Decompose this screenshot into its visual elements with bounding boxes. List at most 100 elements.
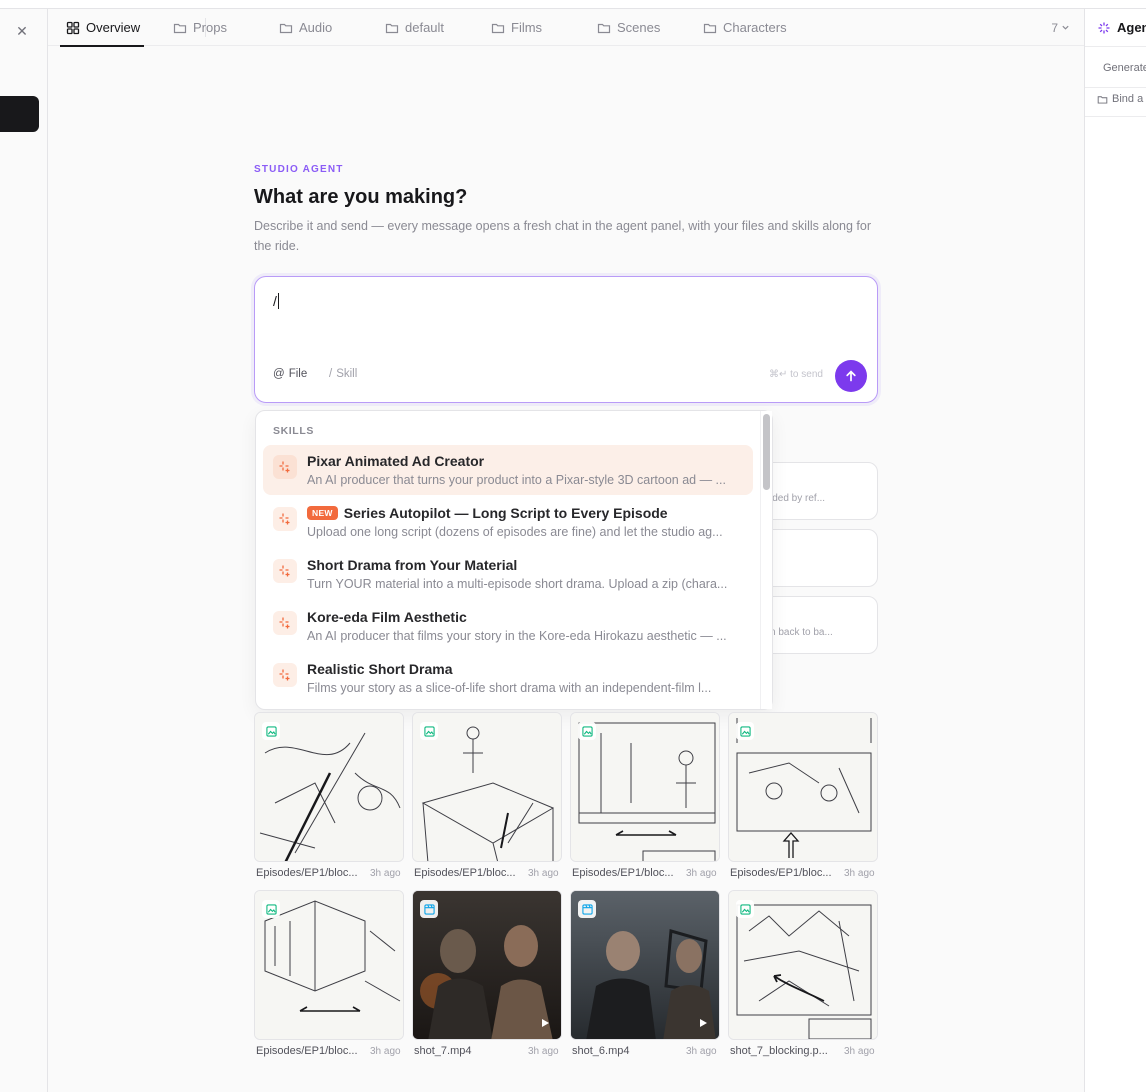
image-file-icon bbox=[736, 722, 754, 740]
skill-option-realistic-short-drama[interactable]: Realistic Short Drama Films your story a… bbox=[263, 653, 753, 703]
slash-icon: / bbox=[329, 368, 333, 380]
skill-title: NEW Series Autopilot — Long Script to Eve… bbox=[307, 505, 668, 521]
file-time: 3h ago bbox=[844, 1046, 875, 1057]
image-file-icon bbox=[736, 900, 754, 918]
sparkle-icon bbox=[1098, 22, 1110, 33]
file-time: 3h ago bbox=[686, 1046, 717, 1057]
agent-panel-title: Agent bbox=[1097, 20, 1146, 35]
file-time: 3h ago bbox=[844, 868, 875, 879]
tab-default[interactable]: default bbox=[385, 9, 444, 46]
tab-overview[interactable]: Overview bbox=[59, 9, 145, 47]
video-thumbnail[interactable] bbox=[570, 890, 720, 1040]
grid-icon bbox=[66, 21, 80, 34]
skill-sparkle-icon bbox=[273, 611, 297, 635]
file-name: Episodes/EP1/bloc... bbox=[256, 1045, 358, 1057]
skill-sparkle-icon bbox=[273, 663, 297, 687]
file-name: Episodes/EP1/bloc... bbox=[572, 867, 674, 879]
divider bbox=[1085, 87, 1146, 88]
skill-sparkle-icon bbox=[273, 507, 297, 531]
image-file-icon bbox=[420, 722, 438, 740]
file-thumbnail[interactable] bbox=[254, 890, 404, 1040]
prompt-composer[interactable]: / @ File / Skill ⌘↵ to send bbox=[254, 276, 878, 403]
file-thumbnail[interactable] bbox=[728, 890, 878, 1040]
prompt-input[interactable]: / bbox=[273, 293, 279, 309]
suggestion-card-text: ided by ref... bbox=[770, 493, 826, 504]
file-name: shot_7_blocking.p... bbox=[730, 1045, 828, 1057]
file-name: Episodes/EP1/bloc... bbox=[414, 867, 516, 879]
page-title: What are you making? bbox=[254, 186, 468, 208]
folder-icon bbox=[491, 23, 505, 33]
tab-scenes[interactable]: Scenes bbox=[597, 9, 660, 46]
video-file-icon bbox=[420, 900, 438, 918]
tab-overflow-button[interactable]: 7 bbox=[1051, 9, 1070, 46]
file-time: 3h ago bbox=[686, 868, 717, 879]
skill-description: Films your story as a slice-of-life shor… bbox=[307, 681, 712, 695]
tab-bar: Overview Props Audio default Films Scene… bbox=[48, 9, 1084, 47]
tab-label: Overview bbox=[86, 20, 141, 35]
skill-sparkle-icon bbox=[273, 455, 297, 479]
skills-section-label: SKILLS bbox=[273, 425, 314, 437]
file-thumbnail[interactable] bbox=[728, 712, 878, 862]
send-button[interactable] bbox=[835, 360, 867, 392]
tab-overflow-count: 7 bbox=[1051, 20, 1058, 35]
file-time: 3h ago bbox=[370, 868, 401, 879]
agent-panel: Agent Generate Bind a bbox=[1084, 9, 1146, 1092]
tab-props[interactable]: Props bbox=[173, 9, 227, 46]
skill-description: An AI producer that turns your product i… bbox=[307, 473, 726, 487]
tab-label: Props bbox=[193, 20, 227, 35]
file-thumbnail[interactable] bbox=[412, 712, 562, 862]
send-shortcut-hint: ⌘↵ to send bbox=[769, 369, 823, 380]
window-top-strip bbox=[0, 0, 1146, 9]
skill-description: Turn YOUR material into a multi-episode … bbox=[307, 577, 728, 591]
close-icon[interactable]: ✕ bbox=[14, 23, 30, 39]
divider bbox=[1085, 116, 1146, 117]
play-icon[interactable] bbox=[695, 1015, 711, 1031]
skill-title: Kore-eda Film Aesthetic bbox=[307, 609, 467, 625]
bind-folder-button[interactable]: Bind a bbox=[1097, 93, 1143, 105]
video-file-icon bbox=[578, 900, 596, 918]
suggestion-card-text: n back to ba... bbox=[770, 627, 833, 638]
image-file-icon bbox=[578, 722, 596, 740]
skill-option-short-drama-from-your-material[interactable]: Short Drama from Your Material Turn YOUR… bbox=[263, 549, 753, 599]
left-rail-active-item[interactable] bbox=[0, 96, 39, 132]
arrow-up-icon bbox=[846, 370, 856, 382]
skill-description: An AI producer that films your story in … bbox=[307, 629, 727, 643]
file-name: shot_6.mp4 bbox=[572, 1045, 630, 1057]
section-kicker: STUDIO AGENT bbox=[254, 164, 344, 175]
skill-title: Short Drama from Your Material bbox=[307, 557, 518, 573]
tab-characters[interactable]: Characters bbox=[703, 9, 787, 46]
attach-file-button[interactable]: @ File bbox=[273, 368, 307, 380]
left-rail: ✕ bbox=[0, 9, 48, 1092]
skill-option-pixar-animated-ad-creator[interactable]: Pixar Animated Ad Creator An AI producer… bbox=[263, 445, 753, 495]
divider bbox=[1085, 46, 1146, 47]
insert-skill-button[interactable]: / Skill bbox=[329, 368, 357, 380]
folder-icon bbox=[279, 23, 293, 33]
at-icon: @ bbox=[273, 368, 285, 380]
video-thumbnail[interactable] bbox=[412, 890, 562, 1040]
skill-option-kore-eda-film-aesthetic[interactable]: Kore-eda Film Aesthetic An AI producer t… bbox=[263, 601, 753, 651]
skill-sparkle-icon bbox=[273, 559, 297, 583]
tab-films[interactable]: Films bbox=[491, 9, 542, 46]
tab-label: Films bbox=[511, 20, 543, 35]
generate-tab[interactable]: Generate bbox=[1103, 62, 1146, 74]
folder-icon bbox=[173, 23, 187, 33]
skills-scrollbar-thumb[interactable] bbox=[763, 414, 770, 490]
play-icon[interactable] bbox=[537, 1015, 553, 1031]
skill-option-series-autopilot[interactable]: NEW Series Autopilot — Long Script to Eve… bbox=[263, 497, 753, 547]
tab-label: Scenes bbox=[617, 20, 661, 35]
file-thumbnail[interactable] bbox=[570, 712, 720, 862]
file-time: 3h ago bbox=[370, 1046, 401, 1057]
file-name: Episodes/EP1/bloc... bbox=[256, 867, 358, 879]
image-file-icon bbox=[262, 900, 280, 918]
tab-audio[interactable]: Audio bbox=[279, 9, 332, 46]
chevron-down-icon bbox=[1062, 25, 1069, 30]
file-time: 3h ago bbox=[528, 868, 559, 879]
text-caret bbox=[277, 293, 279, 309]
tab-label: default bbox=[405, 20, 445, 35]
tab-label: Characters bbox=[723, 20, 787, 35]
file-name: shot_7.mp4 bbox=[414, 1045, 472, 1057]
folder-icon bbox=[385, 23, 399, 33]
file-thumbnail[interactable] bbox=[254, 712, 404, 862]
skill-title: Pixar Animated Ad Creator bbox=[307, 453, 485, 469]
skill-description: Upload one long script (dozens of episod… bbox=[307, 525, 723, 539]
